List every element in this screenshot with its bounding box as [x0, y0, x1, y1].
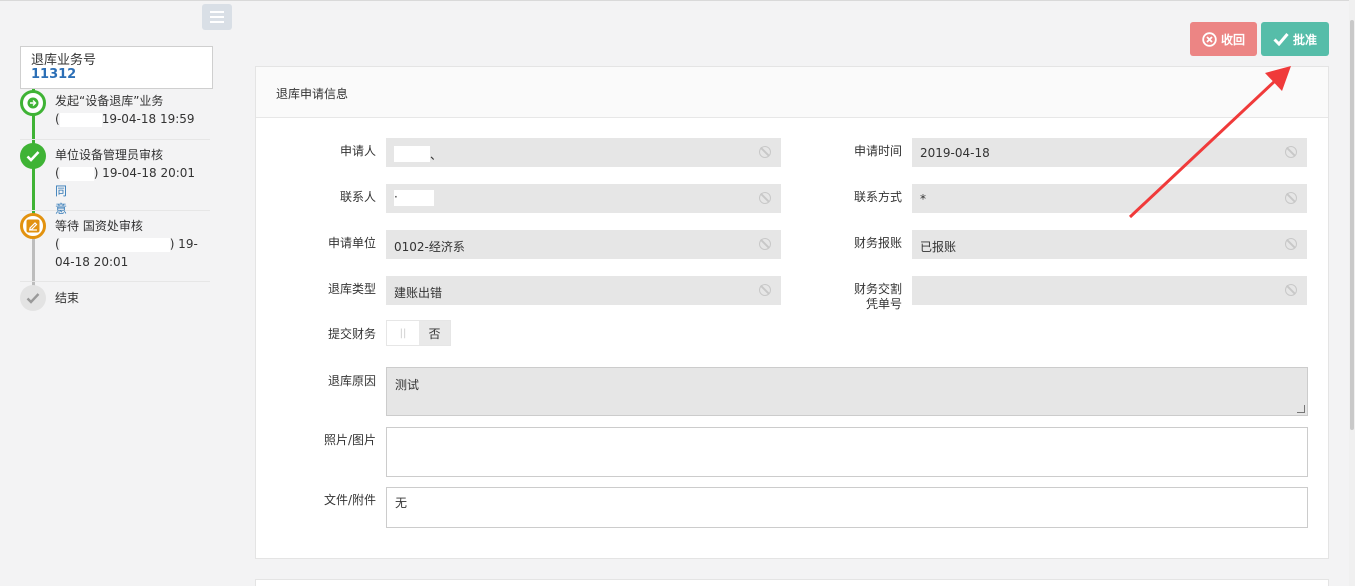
revoke-button[interactable]: 收回 — [1190, 22, 1257, 56]
timeline-step-unit-review: 单位设备管理员审核 () 19-04-18 20:01 同 意 — [20, 140, 210, 216]
menu-toggle-button[interactable] — [202, 4, 232, 30]
return-type-label: 退库类型 — [327, 282, 376, 296]
apply-unit-field: 0102-经济系 — [386, 230, 781, 259]
secondary-panel — [255, 579, 1329, 586]
step-meta: () 19-04-18 20:01 同 — [55, 166, 196, 198]
disabled-icon — [759, 146, 771, 158]
disabled-icon — [759, 238, 771, 250]
business-number-box: 退库业务号 11312 — [20, 46, 213, 89]
step-result-link[interactable]: 同 — [55, 184, 67, 198]
toggle-off-label: 否 — [419, 321, 450, 345]
disabled-icon — [759, 284, 771, 296]
disabled-icon — [1285, 146, 1297, 158]
applicant-field: 、 — [386, 138, 781, 167]
disabled-icon — [759, 192, 771, 204]
step-meta: (19-04-18 19:59 — [55, 112, 195, 127]
finance-voucher-field — [912, 276, 1307, 305]
check-icon — [20, 285, 46, 311]
resize-grip[interactable] — [1297, 405, 1305, 413]
apply-time-field: 2019-04-18 — [912, 138, 1307, 167]
redacted-applicant — [394, 145, 430, 162]
arrow-right-icon — [20, 90, 46, 116]
hamburger-icon-bar — [210, 11, 224, 13]
disabled-icon — [1285, 284, 1297, 296]
finance-voucher-label: 财务交割 凭单号 — [853, 282, 902, 311]
redacted-name — [59, 112, 102, 127]
hamburger-icon-bar — [210, 21, 224, 23]
disabled-icon — [1285, 192, 1297, 204]
business-number-value: 11312 — [31, 67, 77, 82]
step-title: 发起“设备退库”业务 — [55, 94, 164, 108]
business-number-label: 退库业务号 — [31, 53, 97, 68]
return-reason-textarea: 测试 — [386, 367, 1308, 416]
toggle-knob[interactable]: || — [387, 321, 419, 345]
edit-icon — [20, 213, 46, 239]
photos-label: 照片/图片 — [323, 433, 376, 447]
step-meta: () 19- — [55, 237, 198, 252]
finance-reimburse-label: 财务报账 — [853, 236, 902, 250]
step-meta-cont: 04-18 20:01 — [55, 255, 129, 269]
close-circle-icon — [1202, 31, 1217, 47]
approve-button[interactable]: 批准 — [1261, 22, 1329, 56]
redacted-contact: · — [394, 189, 434, 206]
step-title: 结束 — [55, 291, 80, 305]
files-field[interactable]: 无 — [386, 487, 1308, 528]
finance-reimburse-field: 已报账 — [912, 230, 1307, 259]
scrollbar-thumb[interactable] — [1350, 20, 1354, 430]
revoke-label: 收回 — [1220, 32, 1245, 47]
timeline-step-asset-review: 等待 国资处审核 () 19- 04-18 20:01 — [20, 211, 210, 282]
check-circle-icon — [20, 143, 46, 169]
contact-method-label: 联系方式 — [853, 190, 902, 204]
return-reason-label: 退库原因 — [327, 374, 376, 388]
step-title: 单位设备管理员审核 — [55, 148, 164, 162]
page-scrollbar[interactable] — [1349, 0, 1355, 586]
timeline-step-start: 发起“设备退库”业务 (19-04-18 19:59 — [20, 89, 210, 140]
contact-method-field: * — [912, 184, 1307, 213]
hamburger-icon-bar — [210, 16, 224, 18]
return-type-field: 建账出错 — [386, 276, 781, 305]
apply-unit-label: 申请单位 — [327, 236, 376, 250]
panel-title: 退库申请信息 — [256, 67, 1328, 118]
redacted-name — [59, 166, 94, 181]
submit-finance-label: 提交财务 — [327, 327, 376, 341]
photos-upload-area[interactable] — [386, 427, 1308, 477]
top-border — [0, 0, 1355, 1]
applicant-label: 申请人 — [339, 144, 376, 158]
approve-label: 批准 — [1292, 32, 1317, 47]
apply-time-label: 申请时间 — [853, 144, 902, 158]
submit-finance-toggle[interactable]: || 否 — [386, 320, 451, 346]
contact-field: · — [386, 184, 781, 213]
redacted-name — [59, 237, 170, 252]
disabled-icon — [1285, 238, 1297, 250]
contact-label: 联系人 — [339, 190, 376, 204]
step-title: 等待 国资处审核 — [55, 219, 143, 233]
check-icon — [1273, 33, 1289, 46]
files-label: 文件/附件 — [323, 493, 376, 507]
timeline-step-end: 结束 — [20, 282, 210, 312]
